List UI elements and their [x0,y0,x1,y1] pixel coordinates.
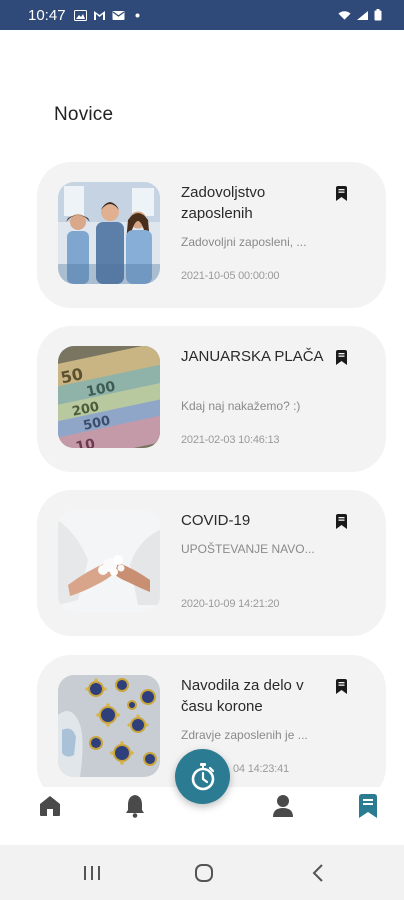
news-date: 04 14:23:41 [233,763,289,775]
nav-notifications[interactable] [120,791,150,821]
news-thumbnail: 50 100 200 500 10 [58,346,160,448]
profile-icon [273,795,293,817]
news-excerpt: Zdravje zaposlenih je ... [181,728,308,742]
home-icon [40,796,60,816]
news-title: Navodila za delo v času korone [181,677,304,715]
news-excerpt: Zadovoljni zaposleni, ... [181,235,307,249]
news-title: JANUARSKA PLAČA [181,348,324,365]
signal-icon [357,10,368,20]
news-title: COVID-19 [181,512,251,529]
hand-washing-photo [58,510,160,612]
notification-icons [73,9,144,21]
mail-icon [112,10,125,20]
bookmark-icon[interactable] [335,350,348,365]
status-bar: 10:47 [0,0,404,30]
virus-photo [58,675,160,777]
stopwatch-icon [191,762,214,790]
bookmark-icon[interactable] [335,514,348,529]
system-icons [338,9,382,21]
bookmark-icon[interactable] [335,679,348,694]
nav-profile[interactable] [268,791,298,821]
back-chevron-icon [312,864,323,882]
banknotes-photo: 50 100 200 500 10 [58,346,160,448]
office-team-photo [58,182,160,284]
news-thumbnail [58,510,160,612]
news-date: 2021-10-05 00:00:00 [181,270,280,282]
home-button[interactable] [189,858,219,888]
page-title: Novice [54,104,114,125]
news-card[interactable]: COVID-19 UPOŠTEVANJE NAVO... 2020-10-09 … [37,490,386,636]
bell-icon [126,795,144,818]
news-excerpt: Kdaj naj nakažemo? :) [181,399,301,413]
battery-icon [374,9,382,21]
news-thumbnail [58,675,160,777]
news-date: 2020-10-09 14:21:20 [181,598,280,610]
app-screen: 10:47 Novice Zadovoljstvo zaposlenih Zad… [0,0,404,900]
back-button[interactable] [303,858,333,888]
gmail-icon [93,10,105,20]
home-circle-icon [195,864,213,882]
nav-bookmarks[interactable] [353,791,383,821]
bookmark-icon [359,794,377,818]
recent-apps-icon [84,866,100,880]
recent-apps-button[interactable] [77,858,107,888]
status-time: 10:47 [28,6,66,24]
bookmark-icon[interactable] [335,186,348,201]
news-card[interactable]: 50 100 200 500 10 JANUARSKA PLAČA Kdaj n… [37,326,386,472]
wifi-icon [338,10,351,20]
news-thumbnail [58,182,160,284]
image-icon [73,9,87,21]
dot-icon [135,13,140,17]
news-card[interactable]: Zadovoljstvo zaposlenih Zadovoljni zapos… [37,162,386,308]
news-date: 2021-02-03 10:46:13 [181,434,280,446]
system-nav-bar [0,845,404,900]
news-title: Zadovoljstvo zaposlenih [181,184,266,222]
news-excerpt: UPOŠTEVANJE NAVO... [181,542,315,556]
stopwatch-button[interactable] [175,749,230,804]
nav-home[interactable] [35,791,65,821]
